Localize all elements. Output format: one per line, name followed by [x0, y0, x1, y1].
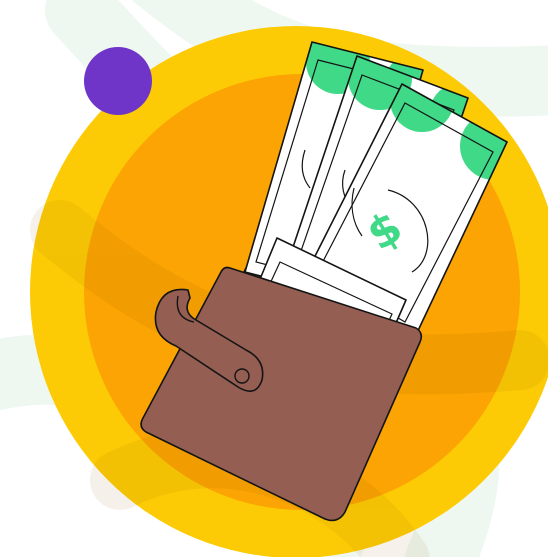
- accent-dot: [84, 47, 152, 115]
- illustration-canvas: $: [0, 0, 548, 557]
- wallet-money-illustration: $: [0, 0, 548, 557]
